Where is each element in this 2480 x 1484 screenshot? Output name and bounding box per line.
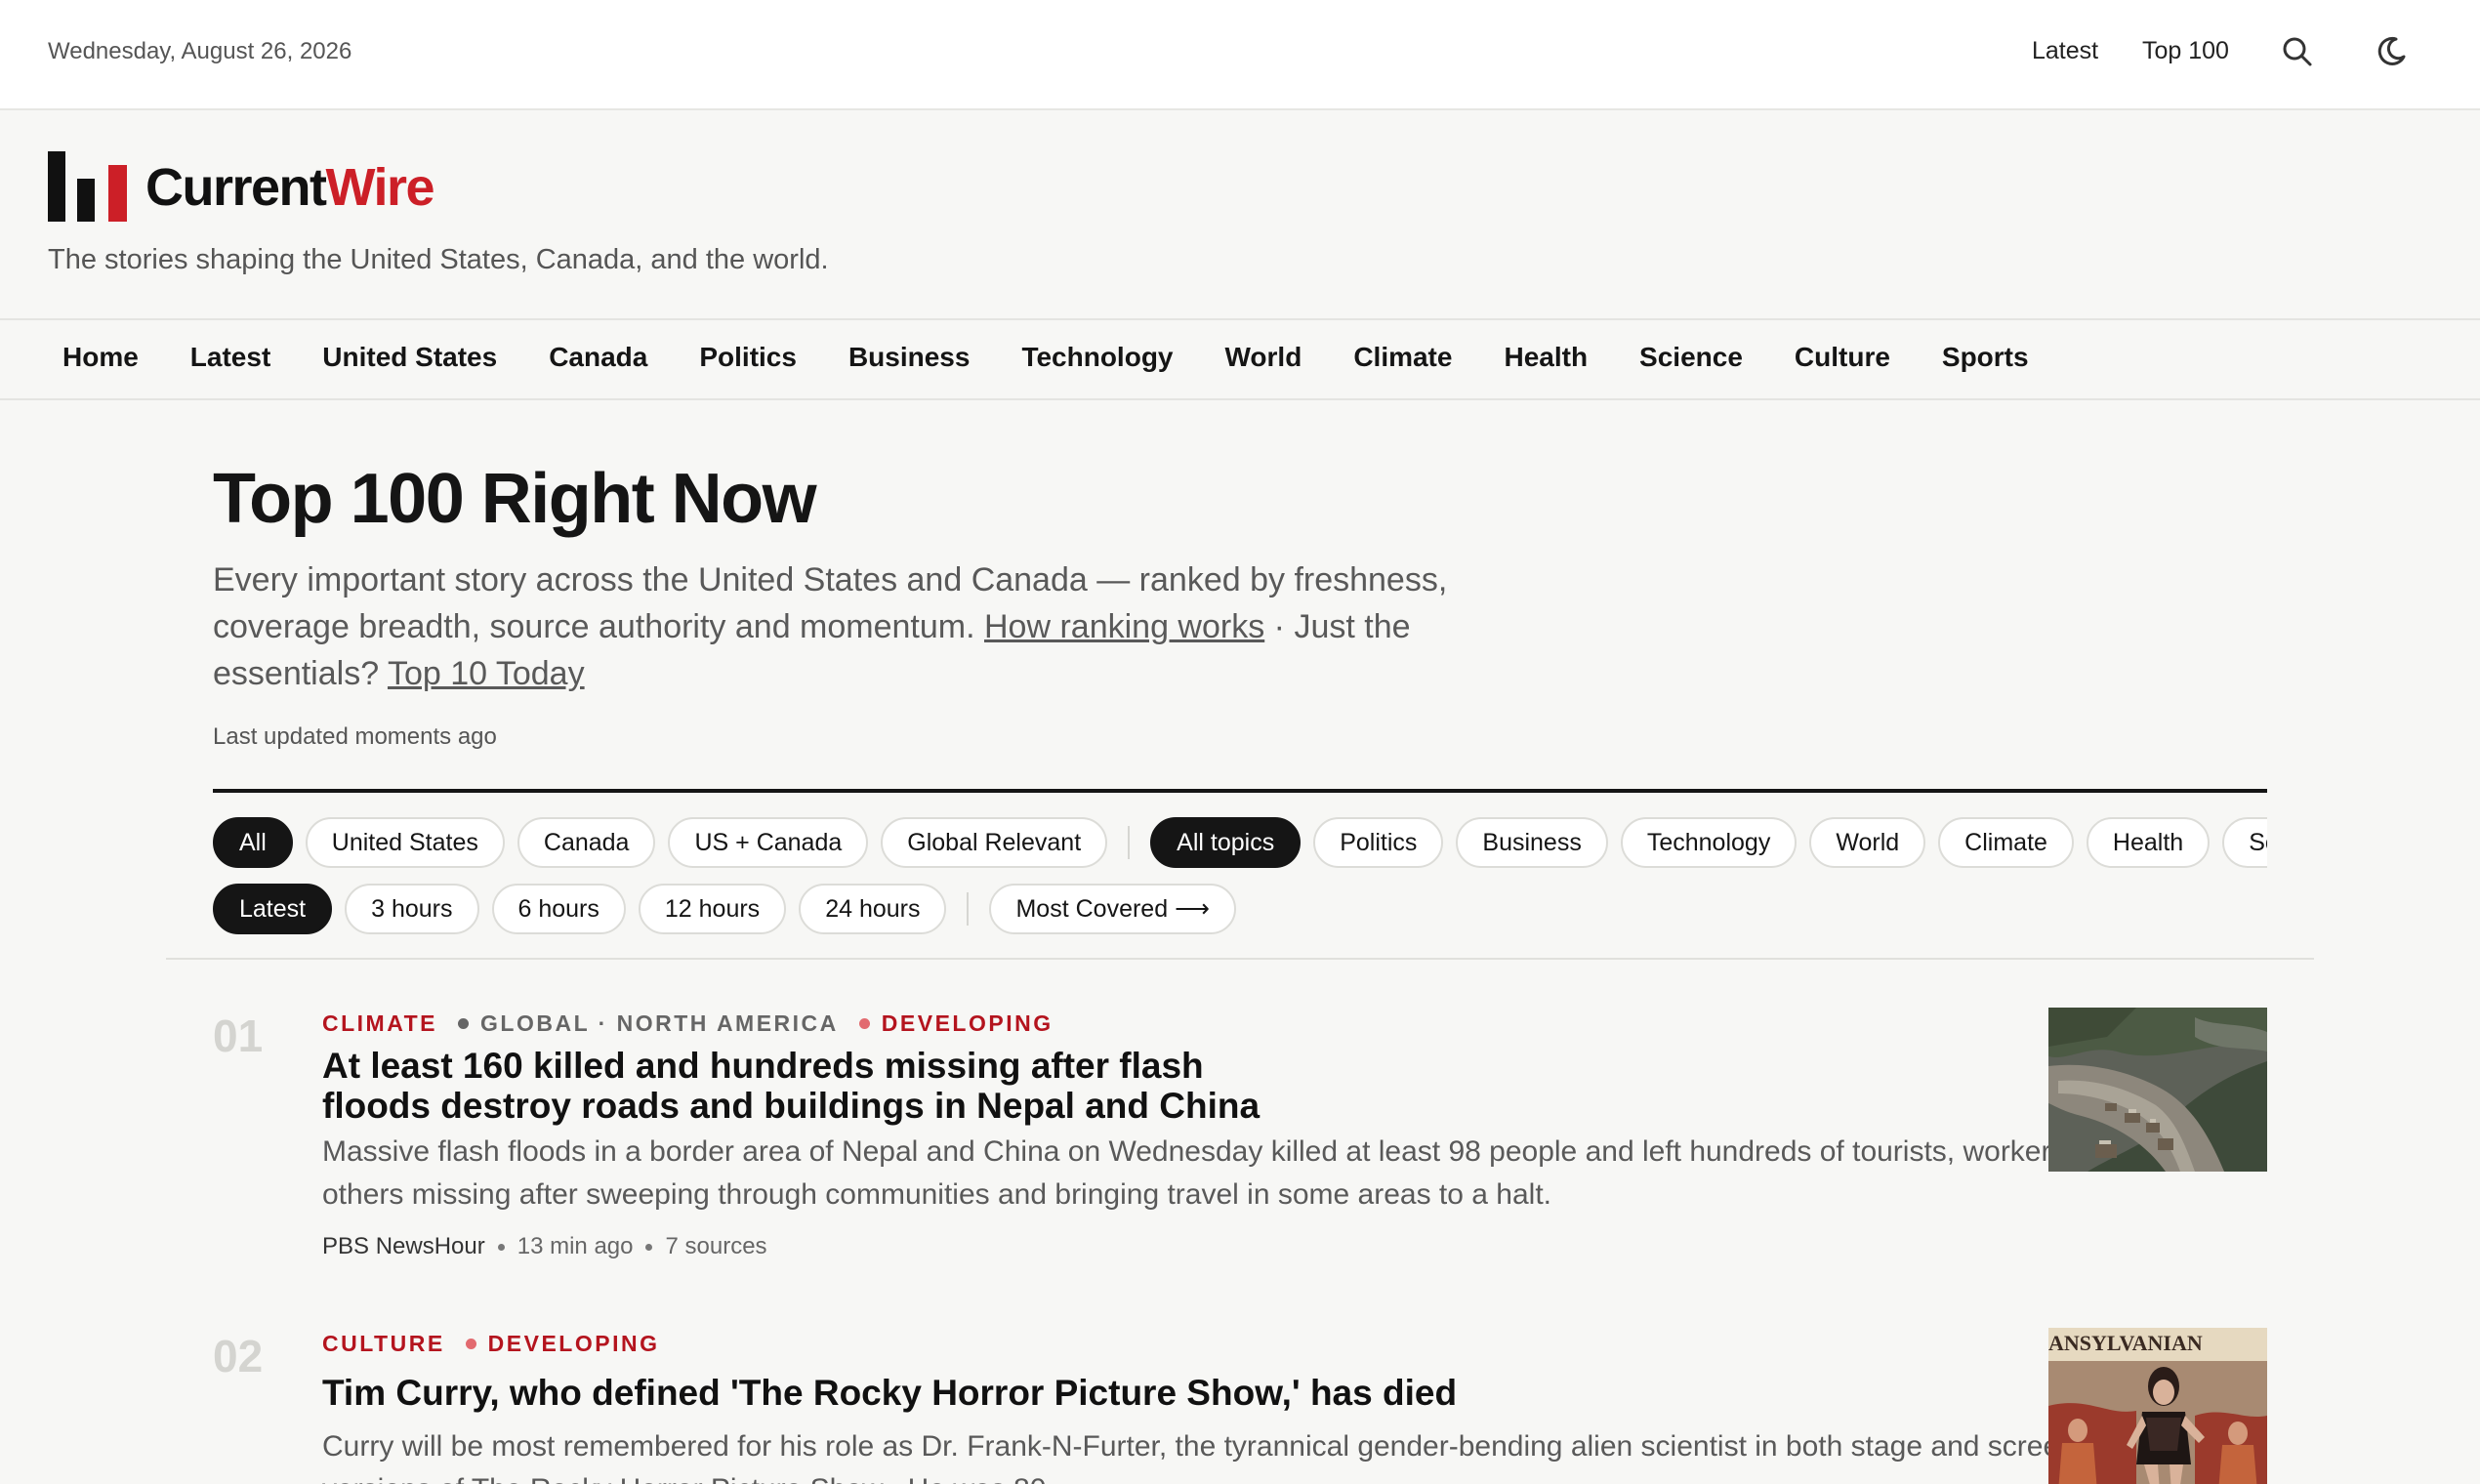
time-chip-latest[interactable]: Latest <box>213 884 333 934</box>
region-chip-us-canada[interactable]: US + Canada <box>668 817 869 868</box>
region-dot-icon <box>458 1018 470 1029</box>
nav-item-technology[interactable]: Technology <box>1021 342 1173 373</box>
region-chip-united-states[interactable]: United States <box>305 817 505 868</box>
filter-separator <box>1128 826 1131 859</box>
story-source[interactable]: PBS NewsHour <box>322 1233 485 1260</box>
nav-item-culture[interactable]: Culture <box>1795 342 1890 373</box>
story-sources-count[interactable]: 7 sources <box>665 1233 766 1260</box>
time-chip-24-hours[interactable]: 24 hours <box>799 884 947 934</box>
story-time: 13 min ago <box>517 1233 634 1259</box>
time-chip-3-hours[interactable]: 3 hours <box>345 884 479 934</box>
last-updated: Last updated moments ago <box>213 723 497 750</box>
story-tags: CULTURE DEVELOPING <box>322 1331 659 1357</box>
nav-item-sports[interactable]: Sports <box>1942 342 2029 373</box>
category-tag[interactable]: CLIMATE <box>322 1010 437 1037</box>
category-tag[interactable]: CULTURE <box>322 1331 445 1357</box>
arrow-right-icon: ⟶ <box>1175 895 1210 923</box>
story-tags: CLIMATE GLOBAL · NORTH AMERICA DEVELOPIN… <box>322 1010 1054 1037</box>
how-ranking-works-link[interactable]: How ranking works <box>984 608 1264 645</box>
nav-item-health[interactable]: Health <box>1504 342 1588 373</box>
nav-item-latest[interactable]: Latest <box>190 342 270 373</box>
developing-badge: DEVELOPING <box>881 1010 1054 1036</box>
time-chip-12-hours[interactable]: 12 hours <box>638 884 787 934</box>
site-tagline: The stories shaping the United States, C… <box>48 244 829 275</box>
story-thumbnail[interactable] <box>2048 1008 2267 1172</box>
nav-item-business[interactable]: Business <box>848 342 971 373</box>
logo-bars-icon <box>48 149 130 222</box>
region-chip-global-relevant[interactable]: Global Relevant <box>881 817 1108 868</box>
top-10-today-link[interactable]: Top 10 Today <box>388 655 585 692</box>
poster-lettering: ANSYLVANIAN <box>2048 1331 2203 1355</box>
developing-badge: DEVELOPING <box>487 1331 660 1356</box>
topic-chip-science[interactable]: Science <box>2222 817 2267 868</box>
filter-separator <box>967 892 970 926</box>
topic-chip-politics[interactable]: Politics <box>1313 817 1444 868</box>
search-icon[interactable] <box>2281 35 2314 68</box>
story-headline[interactable]: Tim Curry, who defined 'The Rocky Horror… <box>322 1373 2080 1413</box>
story-headline[interactable]: At least 160 killed and hundreds missing… <box>322 1046 1299 1126</box>
topic-chip-climate[interactable]: Climate <box>1938 817 2074 868</box>
page-title: Top 100 Right Now <box>213 460 817 538</box>
story-meta: PBS NewsHour 13 min ago 7 sources <box>322 1233 767 1260</box>
developing-dot-icon <box>858 1018 870 1029</box>
story-rank: 01 <box>213 1010 264 1061</box>
main-navigation: Home Latest United States Canada Politic… <box>0 318 2480 400</box>
nav-item-politics[interactable]: Politics <box>699 342 797 373</box>
story-thumbnail[interactable]: ANSYLVANIAN <box>2048 1328 2267 1484</box>
site-wordmark: CurrentWire <box>145 158 435 217</box>
region-chip-all[interactable]: All <box>213 817 293 868</box>
nav-item-canada[interactable]: Canada <box>549 342 647 373</box>
utility-link-top-100[interactable]: Top 100 <box>2142 37 2229 65</box>
current-date: Wednesday, August 26, 2026 <box>48 38 352 64</box>
region-topic-filters: All United States Canada US + Canada Glo… <box>213 817 2267 868</box>
nav-item-science[interactable]: Science <box>1639 342 1743 373</box>
moon-icon[interactable] <box>2375 35 2408 68</box>
topic-chip-world[interactable]: World <box>1809 817 1926 868</box>
topic-chip-business[interactable]: Business <box>1456 817 1608 868</box>
time-sort-filters: Latest 3 hours 6 hours 12 hours 24 hours… <box>213 884 1236 934</box>
story-rank: 02 <box>213 1331 264 1381</box>
topic-chip-all-topics[interactable]: All topics <box>1150 817 1302 868</box>
story-summary: Massive flash floods in a border area of… <box>322 1135 2123 1211</box>
region-chip-canada[interactable]: Canada <box>517 817 656 868</box>
list-divider <box>166 958 2314 960</box>
nav-item-united-states[interactable]: United States <box>322 342 497 373</box>
time-chip-6-hours[interactable]: 6 hours <box>491 884 626 934</box>
developing-dot-icon <box>465 1339 476 1349</box>
page-intro: Every important story across the United … <box>213 561 1448 692</box>
section-divider <box>213 789 2267 793</box>
story-summary: Curry will be most remembered for his ro… <box>322 1430 2076 1484</box>
nav-item-climate[interactable]: Climate <box>1353 342 1452 373</box>
nav-item-world[interactable]: World <box>1225 342 1302 373</box>
topic-chip-technology[interactable]: Technology <box>1620 817 1798 868</box>
utility-link-latest[interactable]: Latest <box>2032 37 2098 65</box>
region-tag: GLOBAL · NORTH AMERICA <box>480 1010 839 1036</box>
most-covered-button[interactable]: Most Covered ⟶ <box>989 884 1236 934</box>
nav-item-home[interactable]: Home <box>62 342 139 373</box>
topic-chip-health[interactable]: Health <box>2086 817 2211 868</box>
top-utility-bar: Wednesday, August 26, 2026 Latest Top 10… <box>0 0 2480 110</box>
